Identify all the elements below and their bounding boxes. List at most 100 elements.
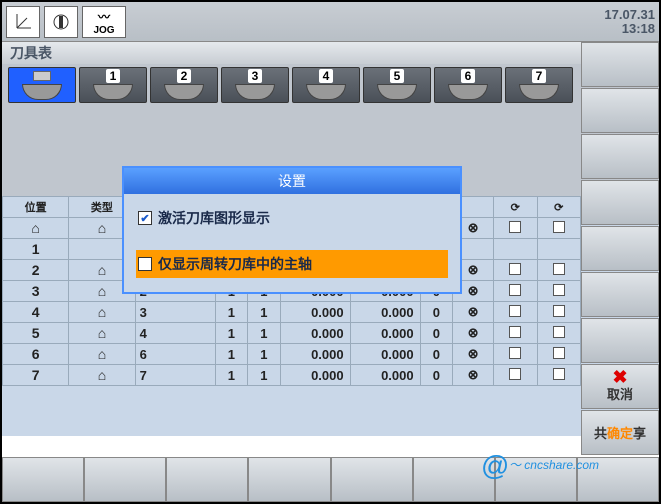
cell-chk1[interactable] bbox=[494, 260, 537, 281]
cell-c1: 1 bbox=[215, 365, 248, 386]
cell-chk1[interactable] bbox=[494, 365, 537, 386]
jog-label: JOG bbox=[93, 25, 114, 36]
option-activate-graphic[interactable]: ✔ 激活刀库图形显示 bbox=[136, 204, 448, 232]
bottom-softkey-6[interactable] bbox=[413, 457, 495, 502]
cell-r: 0 bbox=[420, 344, 453, 365]
table-row[interactable]: 7⌂7110.0000.0000⊗ bbox=[3, 365, 581, 386]
cell-chk1[interactable] bbox=[494, 323, 537, 344]
bottom-softkey-3[interactable] bbox=[166, 457, 248, 502]
title-bar: 刀具表 NEWEAY bbox=[2, 42, 659, 64]
col-chk1: ⟳ bbox=[494, 197, 537, 218]
top-toolbar: 〰 JOG 17.07.31 13:18 bbox=[2, 2, 659, 42]
cell-chk2[interactable] bbox=[537, 365, 581, 386]
table-row[interactable]: 4⌂3110.0000.0000⊗ bbox=[3, 302, 581, 323]
cancel-label: 取消 bbox=[607, 384, 633, 403]
softkey-2[interactable] bbox=[581, 88, 659, 133]
cell-pos: 4 bbox=[3, 302, 69, 323]
cell-chk1[interactable] bbox=[494, 302, 537, 323]
checkbox-icon[interactable] bbox=[138, 257, 152, 271]
cell-chk2[interactable] bbox=[537, 344, 581, 365]
jog-mode-icon: 〰 JOG bbox=[82, 6, 126, 38]
cell-pos: 5 bbox=[3, 323, 69, 344]
cell-tool: 7 bbox=[135, 365, 215, 386]
softkey-3[interactable] bbox=[581, 134, 659, 179]
tool-slot-3[interactable]: 3 bbox=[221, 67, 289, 103]
cell-pos: 6 bbox=[3, 344, 69, 365]
bottom-softkey-2[interactable] bbox=[84, 457, 166, 502]
cell-v1: 0.000 bbox=[280, 323, 350, 344]
tool-slot-1[interactable]: 1 bbox=[79, 67, 147, 103]
cell-chk2[interactable] bbox=[537, 281, 581, 302]
cell-r: 0 bbox=[420, 302, 453, 323]
cancel-button[interactable]: ✖ 取消 bbox=[581, 364, 659, 409]
cell-s: ⊗ bbox=[453, 365, 494, 386]
cell-pos: 1 bbox=[3, 239, 69, 260]
confirm-button[interactable]: 共确定享 bbox=[581, 410, 659, 455]
cell-type: ⌂ bbox=[69, 365, 135, 386]
cell-v1: 0.000 bbox=[280, 344, 350, 365]
cell-v1: 0.000 bbox=[280, 302, 350, 323]
settings-dialog: 设置 ✔ 激活刀库图形显示 仅显示周转刀库中的主轴 bbox=[122, 166, 462, 294]
date-text: 17.07.31 bbox=[604, 8, 655, 22]
option-label: 仅显示周转刀库中的主轴 bbox=[158, 254, 312, 274]
bottom-softkeys bbox=[2, 457, 659, 502]
bottom-softkey-4[interactable] bbox=[248, 457, 330, 502]
bottom-softkey-7[interactable] bbox=[495, 457, 577, 502]
option-label: 激活刀库图形显示 bbox=[158, 208, 270, 228]
checkbox-icon[interactable]: ✔ bbox=[138, 211, 152, 225]
table-row[interactable]: 5⌂4110.0000.0000⊗ bbox=[3, 323, 581, 344]
tool-magazine-row: 1 2 3 4 5 6 7 bbox=[2, 64, 659, 106]
cell-tool: 3 bbox=[135, 302, 215, 323]
softkey-4[interactable] bbox=[581, 180, 659, 225]
cell-v2: 0.000 bbox=[350, 344, 420, 365]
cell-r: 0 bbox=[420, 323, 453, 344]
cell-type: ⌂ bbox=[69, 302, 135, 323]
tool-slot-5[interactable]: 5 bbox=[363, 67, 431, 103]
col-chk2: ⟳ bbox=[537, 197, 581, 218]
page-title: 刀具表 bbox=[10, 43, 52, 63]
cell-chk1[interactable] bbox=[494, 344, 537, 365]
softkey-6[interactable] bbox=[581, 272, 659, 317]
cell-tool: 6 bbox=[135, 344, 215, 365]
cell-v2: 0.000 bbox=[350, 323, 420, 344]
cell-type: ⌂ bbox=[69, 344, 135, 365]
cell-chk1[interactable] bbox=[494, 218, 537, 239]
cell-chk2[interactable] bbox=[537, 302, 581, 323]
cell-c1: 1 bbox=[215, 302, 248, 323]
bottom-softkey-5[interactable] bbox=[331, 457, 413, 502]
cell-pos: 7 bbox=[3, 365, 69, 386]
side-softkeys: ✖ 取消 共确定享 bbox=[581, 42, 659, 456]
softkey-7[interactable] bbox=[581, 318, 659, 363]
cell-chk1[interactable] bbox=[494, 281, 537, 302]
cell-chk2[interactable] bbox=[537, 323, 581, 344]
tool-slot-7[interactable]: 7 bbox=[505, 67, 573, 103]
option-show-spindle-only[interactable]: 仅显示周转刀库中的主轴 bbox=[136, 250, 448, 278]
cell-c1: 1 bbox=[215, 344, 248, 365]
cell-chk2[interactable] bbox=[537, 260, 581, 281]
tool-slot-2[interactable]: 2 bbox=[150, 67, 218, 103]
cell-pos: ⌂ bbox=[3, 218, 69, 239]
tool-slot-6[interactable]: 6 bbox=[434, 67, 502, 103]
cell-r: 0 bbox=[420, 365, 453, 386]
cell-s: ⊗ bbox=[453, 344, 494, 365]
cell-chk2[interactable] bbox=[537, 218, 581, 239]
time-text: 13:18 bbox=[604, 22, 655, 36]
close-icon: ✖ bbox=[612, 370, 627, 384]
bottom-softkey-8[interactable] bbox=[577, 457, 659, 502]
cell-c2: 1 bbox=[248, 344, 281, 365]
cell-v1: 0.000 bbox=[280, 365, 350, 386]
machine-icon bbox=[44, 6, 78, 38]
cell-c2: 1 bbox=[248, 365, 281, 386]
softkey-1[interactable] bbox=[581, 42, 659, 87]
cell-pos: 3 bbox=[3, 281, 69, 302]
table-row[interactable]: 6⌂6110.0000.0000⊗ bbox=[3, 344, 581, 365]
tool-slot-spindle[interactable] bbox=[8, 67, 76, 103]
bottom-softkey-1[interactable] bbox=[2, 457, 84, 502]
cell-chk2[interactable] bbox=[537, 239, 581, 260]
tool-slot-4[interactable]: 4 bbox=[292, 67, 360, 103]
cell-s: ⊗ bbox=[453, 323, 494, 344]
cell-type: ⌂ bbox=[69, 323, 135, 344]
cell-c1: 1 bbox=[215, 323, 248, 344]
softkey-5[interactable] bbox=[581, 226, 659, 271]
cell-chk1[interactable] bbox=[494, 239, 537, 260]
